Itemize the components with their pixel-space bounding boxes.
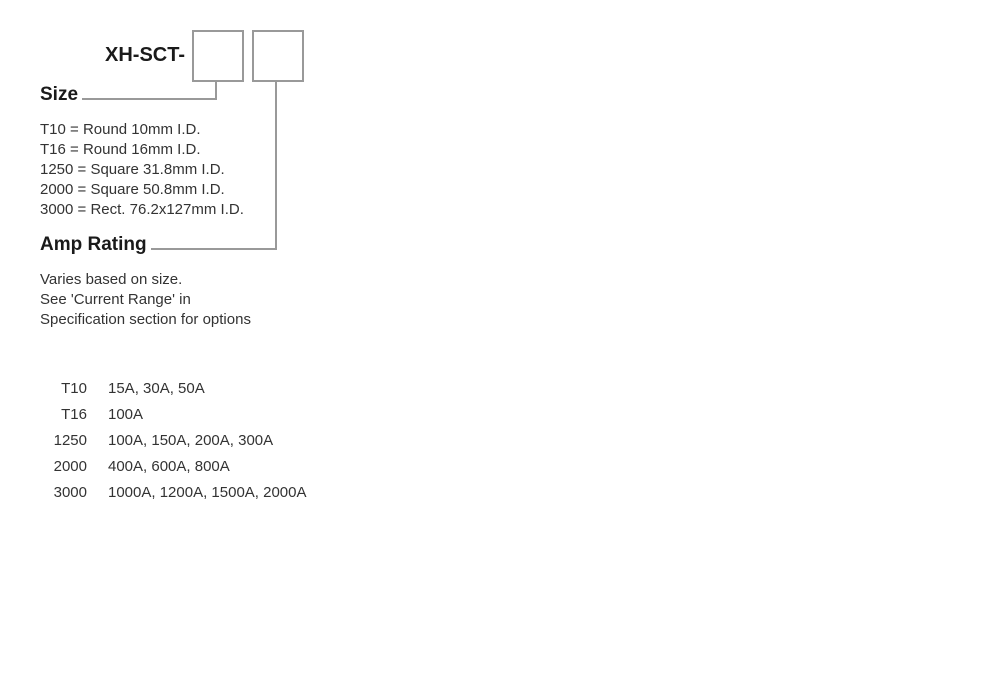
size-placeholder-box xyxy=(192,30,244,82)
rating-size: T16 xyxy=(48,403,105,427)
table-row: 2000 400A, 600A, 800A xyxy=(48,455,308,479)
size-options-list: T10 = Round 10mm I.D. T16 = Round 16mm I… xyxy=(40,120,244,220)
table-row: T16 100A xyxy=(48,403,308,427)
table-row: 1250 100A, 150A, 200A, 300A xyxy=(48,429,308,453)
part-number-diagram: XH-SCT- Size T10 = Round 10mm I.D. T16 =… xyxy=(40,30,640,85)
amp-heading: Amp Rating xyxy=(40,234,151,256)
rating-size: T10 xyxy=(48,377,105,401)
part-number-row: XH-SCT- xyxy=(40,30,640,85)
amp-line: Varies based on size. xyxy=(40,270,251,290)
amp-line: Specification section for options xyxy=(40,310,251,330)
rating-values: 15A, 30A, 50A xyxy=(107,377,308,401)
size-heading: Size xyxy=(40,84,82,106)
rating-values: 100A, 150A, 200A, 300A xyxy=(107,429,308,453)
rating-values: 100A xyxy=(107,403,308,427)
rating-size: 3000 xyxy=(48,481,105,505)
size-option: T10 = Round 10mm I.D. xyxy=(40,120,244,140)
rating-values: 400A, 600A, 800A xyxy=(107,455,308,479)
size-option: T16 = Round 16mm I.D. xyxy=(40,140,244,160)
ratings-table: T10 15A, 30A, 50A T16 100A 1250 100A, 15… xyxy=(46,375,310,507)
part-prefix-label: XH-SCT- xyxy=(105,44,185,67)
rating-size: 1250 xyxy=(48,429,105,453)
table-row: T10 15A, 30A, 50A xyxy=(48,377,308,401)
connector-line xyxy=(275,82,277,250)
size-option: 2000 = Square 50.8mm I.D. xyxy=(40,180,244,200)
amp-placeholder-box xyxy=(252,30,304,82)
rating-size: 2000 xyxy=(48,455,105,479)
table-row: 3000 1000A, 1200A, 1500A, 2000A xyxy=(48,481,308,505)
rating-values: 1000A, 1200A, 1500A, 2000A xyxy=(107,481,308,505)
amp-description: Varies based on size. See 'Current Range… xyxy=(40,270,251,330)
size-option: 3000 = Rect. 76.2x127mm I.D. xyxy=(40,200,244,220)
size-option: 1250 = Square 31.8mm I.D. xyxy=(40,160,244,180)
amp-line: See 'Current Range' in xyxy=(40,290,251,310)
